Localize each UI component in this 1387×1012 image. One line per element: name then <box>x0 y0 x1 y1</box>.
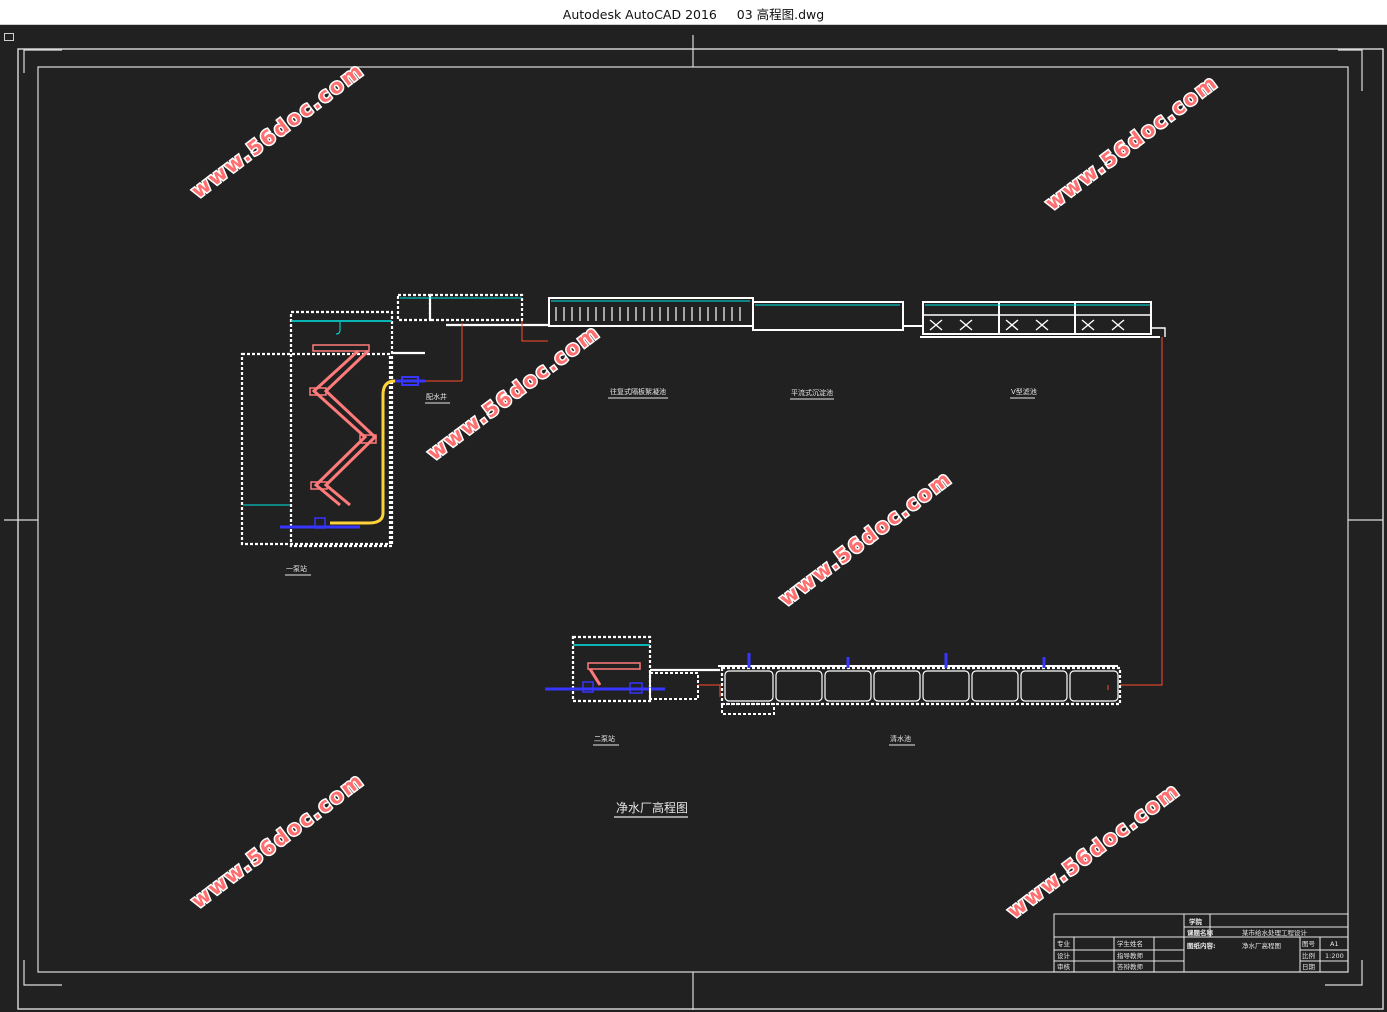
sedimentation-tank <box>752 301 922 331</box>
pump2-pipes <box>545 681 665 694</box>
tb-scale-label: 比例 <box>1302 951 1315 960</box>
tb-mid-2: 答辩教师 <box>1117 962 1144 971</box>
tb-school-label: 学院 <box>1189 917 1203 926</box>
title-block-text: 学院 课题名称 某市给水处理工程设计 图纸内容: 净水厂高程图 图号 A1 比例… <box>1057 917 1344 971</box>
cad-viewport[interactable]: 一泵站 配水井 往复式隔板絮凝池 平流式沉淀池 V型滤池 二泵站 清水池 净水厂… <box>0 25 1387 1012</box>
flocculation-tank <box>548 297 754 327</box>
label-sedimentation: 平流式沉淀池 <box>791 388 833 397</box>
watermark-2: www.56doc.com <box>1041 70 1223 215</box>
pump1-pipes <box>280 376 425 529</box>
tb-row-1: 设计 <box>1057 951 1071 960</box>
tb-content-value: 净水厂高程图 <box>1242 941 1281 950</box>
watermark-1: www.56doc.com <box>187 58 369 203</box>
drawing-canvas[interactable]: 一泵站 配水井 往复式隔板絮凝池 平流式沉淀池 V型滤池 二泵站 清水池 净水厂… <box>0 25 1387 1012</box>
pump-station-1 <box>240 310 462 548</box>
tb-sheet-label: 图号 <box>1302 940 1316 948</box>
pump-station-2 <box>545 635 721 703</box>
tb-mid-0: 学生姓名 <box>1117 939 1143 948</box>
tb-scale-value: 1:200 <box>1325 952 1344 960</box>
tb-project-value: 某市给水处理工程设计 <box>1242 928 1308 937</box>
watermark-3: www.56doc.com <box>423 320 605 465</box>
clear-water-tank <box>718 653 1122 715</box>
v-filter-tank <box>920 301 1166 686</box>
window-title: Autodesk AutoCAD 2016 03 高程图.dwg <box>562 7 825 22</box>
watermark-6: www.56doc.com <box>1003 778 1185 923</box>
drawing-title: 净水厂高程图 <box>616 800 688 815</box>
unit-labels: 一泵站 配水井 往复式隔板絮凝池 平流式沉淀池 V型滤池 二泵站 清水池 <box>285 387 1037 746</box>
stair-hatch <box>309 344 378 507</box>
tb-sheet-value: A1 <box>1330 940 1339 948</box>
label-pump1: 一泵站 <box>286 564 307 573</box>
tb-project-label: 课题名称 <box>1187 928 1214 937</box>
tb-row-2: 审核 <box>1057 962 1071 971</box>
tb-date-label: 日期 <box>1302 963 1316 971</box>
watermark-5: www.56doc.com <box>187 768 369 913</box>
tb-mid-1: 指导教师 <box>1117 951 1144 960</box>
label-distribution-well: 配水井 <box>426 392 447 401</box>
label-v-filter: V型滤池 <box>1011 387 1037 396</box>
tb-row-0: 专业 <box>1057 939 1071 948</box>
watermark-4: www.56doc.com <box>775 466 957 611</box>
outer-frame <box>17 48 1384 1010</box>
tb-content-label: 图纸内容: <box>1187 941 1216 950</box>
inner-frame <box>37 66 1349 973</box>
label-flocculation: 往复式隔板絮凝池 <box>610 387 666 396</box>
window-titlebar: Autodesk AutoCAD 2016 03 高程图.dwg <box>0 0 1387 25</box>
label-clear-well: 清水池 <box>890 734 911 743</box>
watermarks: www.56doc.com www.56doc.com www.56doc.co… <box>185 56 1224 924</box>
label-pump2: 二泵站 <box>594 734 615 743</box>
